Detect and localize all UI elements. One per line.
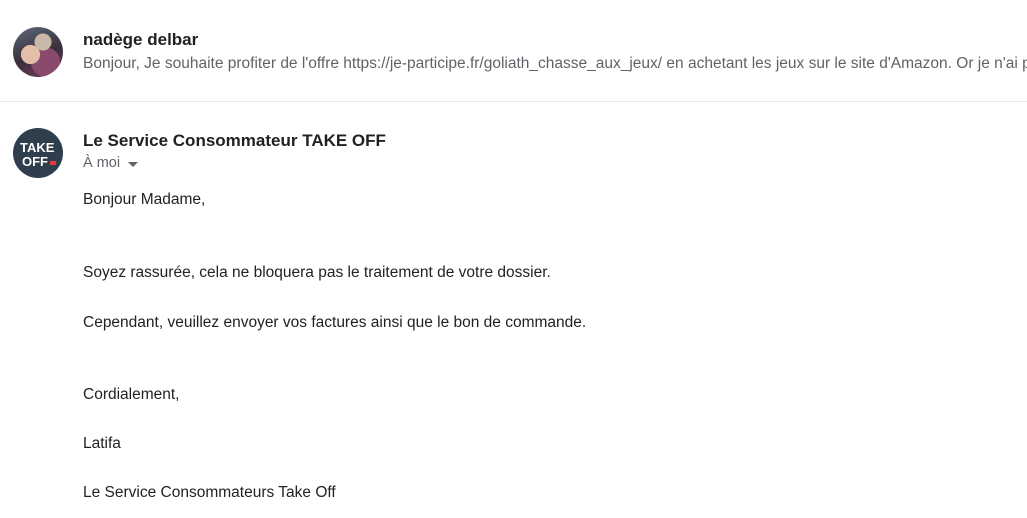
logo-text-line-1: TAKE: [20, 140, 55, 155]
chevron-down-icon[interactable]: [128, 161, 139, 167]
email-thread: nadège delbar Bonjour, Je souhaite profi…: [0, 0, 1027, 518]
take-off-logo-icon: TAKE OFF: [20, 140, 56, 169]
sender-avatar-logo[interactable]: TAKE OFF: [13, 128, 63, 178]
recipient-details-toggle[interactable]: À moi: [83, 155, 139, 171]
body-signature-name: Latifa: [83, 435, 121, 452]
sender-avatar[interactable]: [13, 27, 63, 77]
body-greeting: Bonjour Madame,: [83, 191, 206, 208]
recipient-label: À moi: [83, 155, 121, 171]
logo-accent-mark: [50, 161, 56, 165]
sender-name[interactable]: nadège delbar: [83, 30, 198, 50]
body-closing: Cordialement,: [83, 386, 180, 403]
sender-name[interactable]: Le Service Consommateur TAKE OFF: [83, 131, 386, 151]
body-paragraph: Cependant, veuillez envoyer vos factures…: [83, 314, 587, 331]
body-signature-company: Le Service Consommateurs Take Off: [83, 484, 336, 501]
logo-text-line-2: OFF: [22, 154, 48, 169]
body-paragraph: Soyez rassurée, cela ne bloquera pas le …: [83, 264, 551, 281]
collapsed-message[interactable]: nadège delbar Bonjour, Je souhaite profi…: [0, 0, 1027, 102]
message-snippet[interactable]: Bonjour, Je souhaite profiter de l'offre…: [83, 55, 1027, 73]
